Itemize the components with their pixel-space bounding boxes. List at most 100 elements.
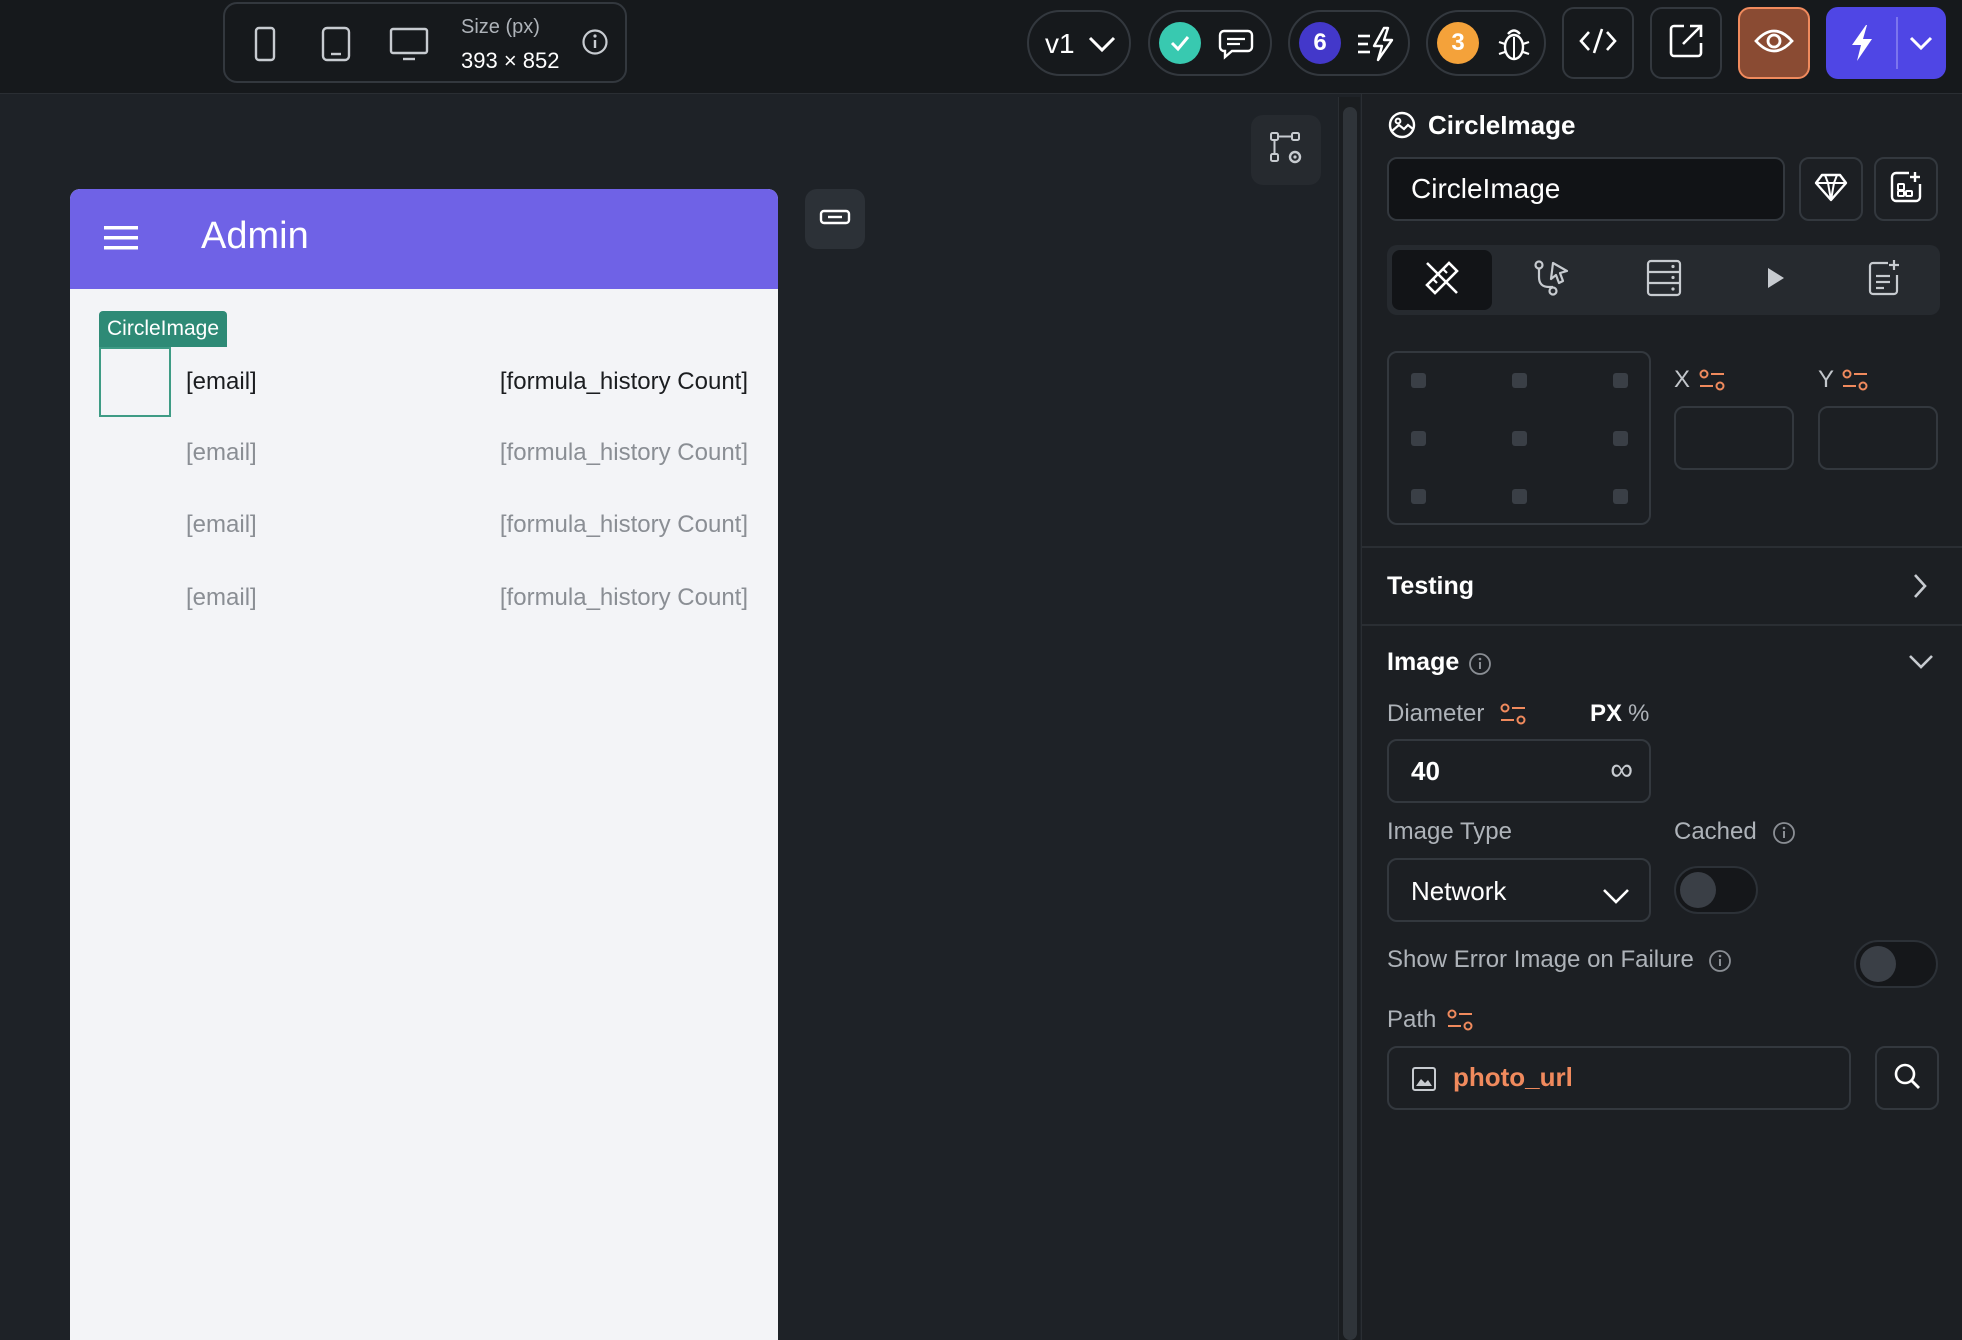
panel-tabs xyxy=(1387,245,1940,315)
path-value: photo_url xyxy=(1453,1062,1573,1092)
menu-icon[interactable] xyxy=(103,223,139,258)
row-email[interactable]: [email] xyxy=(186,584,257,612)
split-divider xyxy=(1896,17,1898,69)
align-bottom-right[interactable] xyxy=(1613,489,1628,504)
selected-widget-tag: CircleImage xyxy=(99,311,228,347)
unit-px-toggle[interactable]: PX xyxy=(1590,700,1622,728)
cached-toggle[interactable] xyxy=(1674,866,1758,914)
show-error-image-label: Show Error Image on Failure xyxy=(1387,946,1694,973)
image-section-title: Image xyxy=(1387,648,1460,676)
variable-icon[interactable] xyxy=(1841,368,1869,397)
add-note-icon xyxy=(1864,257,1906,304)
row-count[interactable]: [formula_history Count] xyxy=(500,584,748,612)
image-icon xyxy=(1411,1066,1437,1099)
code-icon xyxy=(1578,26,1618,61)
align-top-right[interactable] xyxy=(1613,373,1628,388)
lightning-list-icon xyxy=(1356,26,1396,67)
chevron-down-icon xyxy=(1601,882,1631,913)
panel-title: CircleImage xyxy=(1428,110,1576,140)
variable-icon[interactable] xyxy=(1446,1008,1474,1037)
diamond-icon xyxy=(1814,172,1848,207)
phone-icon[interactable] xyxy=(253,26,277,67)
app-bar: Admin xyxy=(70,189,778,289)
cached-label: Cached xyxy=(1674,818,1757,845)
comments-icon xyxy=(1218,27,1256,66)
run-button-group xyxy=(1826,7,1946,79)
align-center[interactable] xyxy=(1512,431,1527,446)
align-center-left[interactable] xyxy=(1411,431,1426,446)
align-top-center[interactable] xyxy=(1512,373,1527,388)
chevron-down-icon xyxy=(1087,32,1117,61)
variable-icon[interactable] xyxy=(1698,368,1726,397)
path-search-button[interactable] xyxy=(1875,1046,1939,1110)
bugs-group[interactable]: 3 xyxy=(1426,10,1546,76)
x-offset-input[interactable] xyxy=(1674,406,1794,470)
variable-icon[interactable] xyxy=(1499,702,1527,731)
chevron-down-icon[interactable] xyxy=(1907,652,1935,677)
widget-tree-button[interactable] xyxy=(1251,115,1321,185)
diameter-value: 40 xyxy=(1411,756,1440,786)
top-toolbar: Size (px) 393 × 852 v1 6 3 xyxy=(0,0,1962,94)
code-view-button[interactable] xyxy=(1562,7,1634,79)
info-icon[interactable] xyxy=(1708,949,1732,978)
collapse-icon xyxy=(819,208,851,231)
row-count[interactable]: [formula_history Count] xyxy=(500,368,748,396)
canvas-scrollbar[interactable] xyxy=(1338,97,1360,1340)
testing-title: Testing xyxy=(1387,572,1475,600)
version-dropdown[interactable]: v1 xyxy=(1027,10,1131,76)
row-email[interactable]: [email] xyxy=(186,511,257,539)
infinity-icon[interactable]: ∞ xyxy=(1610,751,1633,788)
image-type-select[interactable]: Network xyxy=(1387,858,1651,922)
row-email[interactable]: [email] xyxy=(186,439,257,467)
diameter-input[interactable]: 40 ∞ xyxy=(1387,739,1651,803)
info-icon[interactable] xyxy=(1772,821,1796,850)
search-icon xyxy=(1892,1061,1922,1096)
y-label: Y xyxy=(1818,366,1835,393)
premium-button[interactable] xyxy=(1799,157,1863,221)
path-input[interactable]: photo_url xyxy=(1387,1046,1851,1110)
issues-group[interactable]: 6 xyxy=(1288,10,1410,76)
widget-tree-icon xyxy=(1268,130,1304,171)
tab-actions[interactable] xyxy=(1502,250,1602,310)
testing-section-header[interactable]: Testing xyxy=(1362,548,1962,624)
tablet-icon[interactable] xyxy=(321,26,351,67)
properties-panel: CircleImage CircleImage X Y Testing Imag… xyxy=(1361,94,1962,1340)
align-bottom-center[interactable] xyxy=(1512,489,1527,504)
tab-notes[interactable] xyxy=(1835,250,1935,310)
align-bottom-left[interactable] xyxy=(1411,489,1426,504)
info-icon[interactable] xyxy=(1468,652,1492,681)
x-label: X xyxy=(1674,366,1691,393)
status-comments-group[interactable] xyxy=(1148,10,1272,76)
open-external-button[interactable] xyxy=(1650,7,1722,79)
check-icon xyxy=(1159,22,1201,64)
device-size-group: Size (px) 393 × 852 xyxy=(223,2,627,83)
y-offset-input[interactable] xyxy=(1818,406,1938,470)
align-center-right[interactable] xyxy=(1613,431,1628,446)
desktop-icon[interactable] xyxy=(389,26,429,67)
info-icon[interactable] xyxy=(581,28,609,61)
tab-backend-query[interactable] xyxy=(1614,250,1714,310)
preview-button[interactable] xyxy=(1738,7,1810,79)
widget-name-input[interactable]: CircleImage xyxy=(1387,157,1785,221)
row-count[interactable]: [formula_history Count] xyxy=(500,511,748,539)
unit-percent-toggle[interactable]: % xyxy=(1628,700,1649,728)
chevron-right-icon xyxy=(1911,572,1929,605)
row-email[interactable]: [email] xyxy=(186,368,257,396)
row-count[interactable]: [formula_history Count] xyxy=(500,439,748,467)
image-widget-icon xyxy=(1387,110,1417,145)
path-label: Path xyxy=(1387,1006,1437,1033)
scrollbar-thumb[interactable] xyxy=(1343,107,1357,1340)
page-title: Admin xyxy=(201,215,309,257)
image-type-label: Image Type xyxy=(1387,818,1512,845)
align-top-left[interactable] xyxy=(1411,373,1426,388)
version-label: v1 xyxy=(1045,28,1075,59)
save-component-button[interactable] xyxy=(1874,157,1938,221)
tab-properties[interactable] xyxy=(1392,250,1492,310)
phone-preview: Admin CircleImage [email] [formula_histo… xyxy=(70,189,778,1340)
show-error-image-toggle[interactable] xyxy=(1854,940,1938,988)
collapse-panel-button[interactable] xyxy=(805,189,865,249)
circle-image-placeholder[interactable] xyxy=(99,347,171,417)
tab-animations[interactable] xyxy=(1725,250,1825,310)
chevron-down-icon[interactable] xyxy=(1908,33,1934,58)
lightning-icon[interactable] xyxy=(1846,23,1878,68)
